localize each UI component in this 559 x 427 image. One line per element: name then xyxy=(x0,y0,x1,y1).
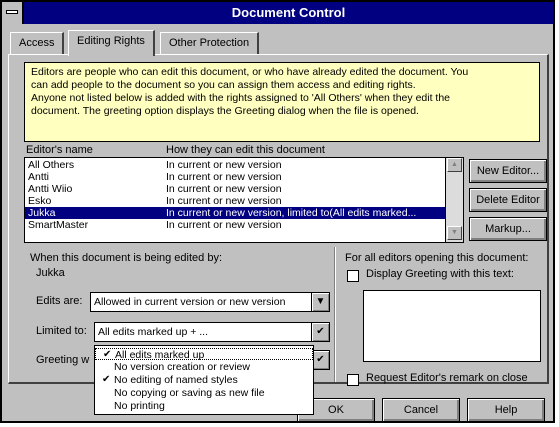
system-menu-icon[interactable] xyxy=(2,2,24,24)
info-line: Editors are people who can edit this doc… xyxy=(31,66,469,78)
editor-name: SmartMaster xyxy=(28,219,89,231)
info-line: Anyone not listed below is added with th… xyxy=(31,92,451,104)
editor-name: Esko xyxy=(28,195,52,207)
greeting-text-area[interactable] xyxy=(363,290,541,362)
column-header-name: Editor's name xyxy=(26,144,93,156)
greeting-label: Greeting w xyxy=(36,354,90,366)
list-item[interactable]: Antti Wiio In current or new version xyxy=(25,183,445,195)
option-no-editing-named-styles[interactable]: ✔ No editing of named styles xyxy=(95,374,313,386)
tab-access[interactable]: Access xyxy=(10,32,65,54)
scroll-up-icon[interactable]: ▲ xyxy=(447,158,462,172)
editor-rights: In current or new version xyxy=(166,195,282,207)
request-remark-label: Request Editor's remark on close xyxy=(366,372,528,384)
list-item[interactable]: All Others In current or new version xyxy=(25,159,445,171)
limited-to-select[interactable]: All edits marked up + ... ✔ xyxy=(94,322,330,342)
greeting-heading: For all editors opening this document: xyxy=(345,252,529,264)
editor-rights: In current or new version xyxy=(166,159,282,171)
list-item-selected[interactable]: Jukka In current or new version, limited… xyxy=(25,207,445,219)
info-line: can add people to the document so you ca… xyxy=(31,79,416,91)
help-button[interactable]: Help xyxy=(467,398,545,422)
scroll-down-icon[interactable]: ▼ xyxy=(447,226,462,240)
markup-button[interactable]: Markup... xyxy=(469,217,547,241)
editor-name: Antti xyxy=(28,171,50,183)
editor-name: Jukka xyxy=(28,207,56,219)
list-item[interactable]: SmartMaster In current or new version xyxy=(25,219,445,231)
new-editor-button[interactable]: New Editor... xyxy=(469,159,547,183)
display-greeting-checkbox[interactable] xyxy=(347,270,359,282)
list-item[interactable]: Antti In current or new version xyxy=(25,171,445,183)
option-label: No printing xyxy=(114,400,165,412)
option-label: No copying or saving as new file xyxy=(114,387,265,399)
info-line: document. The greeting option displays t… xyxy=(31,105,419,117)
limited-to-value: All edits marked up + ... xyxy=(98,326,209,338)
option-label: All edits marked up xyxy=(115,349,205,361)
display-greeting-label: Display Greeting with this text: xyxy=(366,268,514,280)
option-no-copying[interactable]: No copying or saving as new file xyxy=(95,387,313,399)
edits-are-select[interactable]: Allowed in current version or new versio… xyxy=(90,292,330,312)
limited-to-label: Limited to: xyxy=(36,325,87,337)
list-scrollbar[interactable]: ▲ ▼ xyxy=(445,158,463,242)
greeting-select[interactable]: ✔ xyxy=(312,350,330,370)
limited-to-dropdown-list[interactable]: ✔ All edits marked up No version creatio… xyxy=(94,345,314,415)
tab-other-protection[interactable]: Other Protection xyxy=(160,32,260,54)
request-remark-checkbox[interactable] xyxy=(347,374,359,386)
cancel-button[interactable]: Cancel xyxy=(382,398,460,422)
info-box: Editors are people who can edit this doc… xyxy=(24,62,540,142)
option-no-version-creation[interactable]: No version creation or review xyxy=(95,361,313,373)
option-no-printing[interactable]: No printing xyxy=(95,400,313,412)
tab-editing-rights[interactable]: Editing Rights xyxy=(68,30,155,56)
editor-rights: In current or new version xyxy=(166,219,282,231)
document-control-dialog: Document Control Access Editing Rights O… xyxy=(0,0,555,423)
dropdown-arrow-icon[interactable]: ▼ xyxy=(311,293,329,311)
being-edited-label: When this document is being edited by: xyxy=(30,252,223,264)
section-divider xyxy=(334,247,336,382)
option-label: No version creation or review xyxy=(114,361,250,373)
edits-are-value: Allowed in current version or new versio… xyxy=(94,296,286,308)
editors-list[interactable]: All Others In current or new version Ant… xyxy=(24,157,464,243)
checkmark-icon: ✔ xyxy=(103,349,112,360)
column-header-how: How they can edit this document xyxy=(166,144,325,156)
edits-are-label: Edits are: xyxy=(36,295,83,307)
editor-name: Antti Wiio xyxy=(28,183,73,195)
list-item[interactable]: Esko In current or new version xyxy=(25,195,445,207)
check-dropdown-icon[interactable]: ✔ xyxy=(311,323,329,341)
editor-rights: In current or new version, limited to(Al… xyxy=(166,207,417,219)
option-all-edits-marked-up[interactable]: ✔ All edits marked up xyxy=(95,348,313,361)
delete-editor-button[interactable]: Delete Editor xyxy=(469,188,547,212)
window-title: Document Control xyxy=(231,5,346,20)
editor-rights: In current or new version xyxy=(166,183,282,195)
option-label: No editing of named styles xyxy=(114,374,238,386)
current-editor-name: Jukka xyxy=(36,267,65,279)
check-dropdown-icon[interactable]: ✔ xyxy=(313,351,329,369)
editor-rights: In current or new version xyxy=(166,171,282,183)
checkmark-icon: ✔ xyxy=(102,374,111,385)
editor-name: All Others xyxy=(28,159,75,171)
title-bar[interactable]: Document Control xyxy=(2,2,553,24)
